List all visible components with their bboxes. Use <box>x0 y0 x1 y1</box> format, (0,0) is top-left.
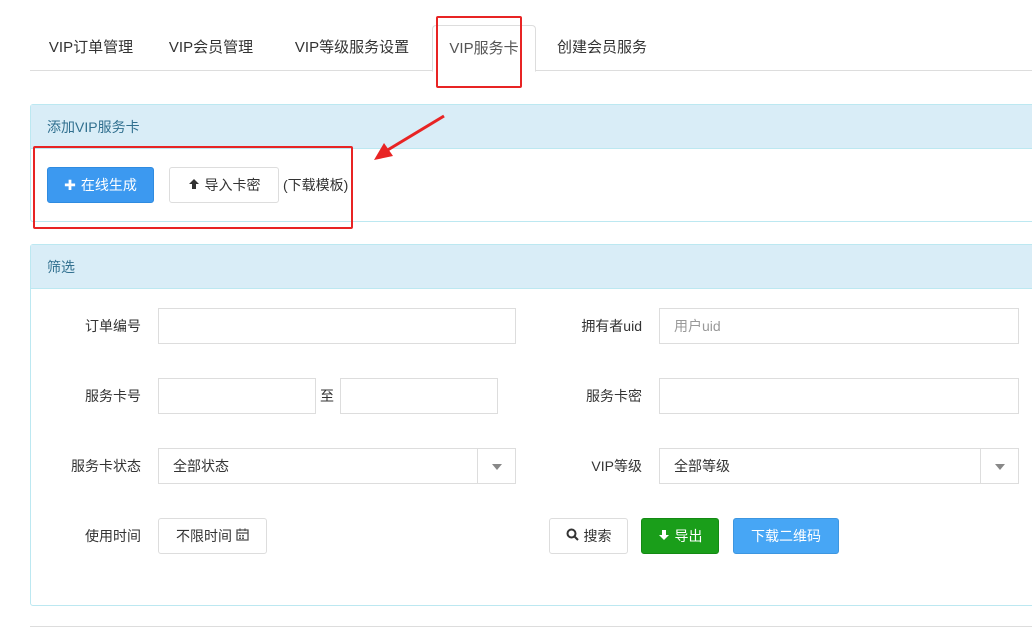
tab-create-member-service[interactable]: 创建会员服务 <box>542 25 662 71</box>
status-select-value: 全部状态 <box>173 458 229 474</box>
import-card-button[interactable]: 导入卡密 <box>169 167 279 203</box>
range-separator: 至 <box>320 388 334 404</box>
order-no-label: 订单编号 <box>85 318 141 334</box>
download-qr-label: 下载二维码 <box>751 528 821 544</box>
status-label: 服务卡状态 <box>71 458 141 474</box>
card-secret-input[interactable] <box>659 378 1019 414</box>
arrow-down-icon <box>658 528 670 544</box>
tab-vip-service-card[interactable]: VIP服务卡 <box>432 25 536 72</box>
download-qr-button[interactable]: 下载二维码 <box>733 518 839 554</box>
use-time-label: 使用时间 <box>85 528 141 544</box>
status-dropdown-toggle[interactable] <box>477 449 515 483</box>
add-card-panel: 添加VIP服务卡 ✚ 在线生成 导入卡密 (下载模板) <box>30 104 1032 222</box>
divider <box>30 626 1032 627</box>
tab-vip-level-settings[interactable]: VIP等级服务设置 <box>278 25 426 71</box>
status-select[interactable]: 全部状态 <box>158 448 516 484</box>
generate-online-label: 在线生成 <box>80 177 137 193</box>
caret-down-icon <box>492 464 502 470</box>
arrow-up-icon <box>188 177 200 193</box>
export-label: 导出 <box>674 528 703 544</box>
tab-bar: VIP订单管理 VIP会员管理 VIP等级服务设置 VIP服务卡 创建会员服务 <box>30 25 1032 72</box>
caret-down-icon <box>995 464 1005 470</box>
vip-level-dropdown-toggle[interactable] <box>980 449 1018 483</box>
filter-panel: 筛选 订单编号 拥有者uid 服务卡号 至 服务卡密 服务卡状态 全部状态 VI… <box>30 244 1032 606</box>
calendar-icon <box>236 528 249 544</box>
owner-uid-label: 拥有者uid <box>581 318 642 334</box>
card-no-from-input[interactable] <box>158 378 316 414</box>
search-icon <box>566 528 579 544</box>
use-time-value: 不限时间 <box>176 528 232 544</box>
card-no-to-input[interactable] <box>340 378 498 414</box>
export-button[interactable]: 导出 <box>641 518 719 554</box>
add-card-panel-title: 添加VIP服务卡 <box>31 105 1032 149</box>
tab-vip-members[interactable]: VIP会员管理 <box>156 25 266 71</box>
card-secret-label: 服务卡密 <box>586 388 642 404</box>
card-no-label: 服务卡号 <box>85 388 141 404</box>
filter-panel-title: 筛选 <box>31 245 1032 289</box>
tab-vip-orders[interactable]: VIP订单管理 <box>32 25 150 71</box>
search-button[interactable]: 搜索 <box>549 518 628 554</box>
vip-level-label: VIP等级 <box>591 458 642 474</box>
import-card-label: 导入卡密 <box>204 177 261 193</box>
search-label: 搜索 <box>583 528 612 544</box>
owner-uid-input[interactable] <box>659 308 1019 344</box>
plus-icon: ✚ <box>64 176 76 193</box>
download-template-link[interactable]: (下载模板) <box>283 167 348 203</box>
order-no-input[interactable] <box>158 308 516 344</box>
generate-online-button[interactable]: ✚ 在线生成 <box>47 167 154 203</box>
vip-level-select[interactable]: 全部等级 <box>659 448 1019 484</box>
use-time-picker[interactable]: 不限时间 <box>158 518 267 554</box>
vip-level-select-value: 全部等级 <box>674 458 730 474</box>
